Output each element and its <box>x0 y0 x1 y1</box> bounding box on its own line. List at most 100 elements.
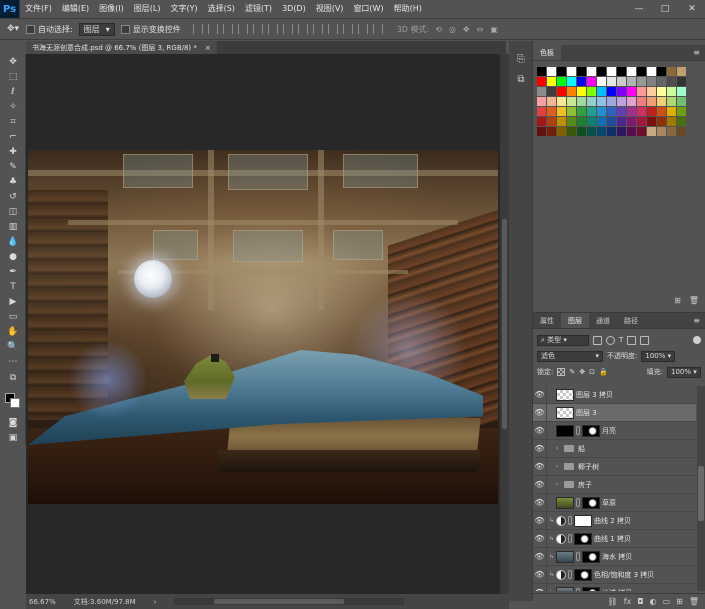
3d-rotate-icon[interactable]: ⟲ <box>435 25 442 34</box>
lock-transparent-icon[interactable] <box>557 368 566 376</box>
gradient-tool-icon[interactable]: ▥ <box>0 219 26 234</box>
align-bottom-icon[interactable] <box>222 24 233 34</box>
panel-menu-icon[interactable]: ≡ <box>688 313 705 328</box>
align-vcenter-icon[interactable] <box>207 24 218 34</box>
canvas-area[interactable] <box>26 54 500 594</box>
color-swatch[interactable] <box>557 107 566 116</box>
layers-scrollbar[interactable] <box>697 386 705 591</box>
menu-item[interactable]: 视图(V) <box>311 0 349 18</box>
canvas-vertical-scrollbar[interactable] <box>500 54 509 594</box>
delete-swatch-icon[interactable]: 🗑 <box>689 296 699 305</box>
brush-tool-icon[interactable]: ✎ <box>0 159 26 174</box>
color-swatch[interactable] <box>677 67 686 76</box>
color-swatch[interactable] <box>597 107 606 116</box>
color-swatch[interactable] <box>607 127 616 136</box>
color-swatch[interactable] <box>597 97 606 106</box>
color-swatch[interactable] <box>547 67 556 76</box>
color-swatch[interactable] <box>547 87 556 96</box>
history-brush-tool-icon[interactable]: ↺ <box>0 189 26 204</box>
color-swatch[interactable] <box>537 77 546 86</box>
color-swatch[interactable] <box>607 67 616 76</box>
color-swatch[interactable] <box>617 117 626 126</box>
color-swatch[interactable] <box>567 127 576 136</box>
menu-item[interactable]: 滤镜(T) <box>240 0 277 18</box>
edit-toolbar-icon[interactable]: ⋯ <box>0 354 26 369</box>
auto-align-icon[interactable] <box>372 24 383 34</box>
layer-row[interactable]: 👁↳ 沙滩 拷贝 <box>533 583 696 591</box>
color-swatch[interactable] <box>587 117 596 126</box>
color-swatch[interactable] <box>627 127 636 136</box>
auto-select-checkbox[interactable]: 自动选择: <box>26 24 73 35</box>
close-window-button[interactable]: ✕ <box>682 0 702 18</box>
color-swatch[interactable] <box>587 77 596 86</box>
layer-row[interactable]: 👁 图层 3 <box>533 403 696 422</box>
scrollbar-thumb[interactable] <box>502 219 507 429</box>
menu-item[interactable]: 窗口(W) <box>348 0 388 18</box>
visibility-eye-icon[interactable]: 👁 <box>533 565 547 584</box>
color-swatch[interactable] <box>557 67 566 76</box>
panel-menu-icon[interactable]: ≡ <box>688 45 705 60</box>
color-swatch[interactable] <box>537 117 546 126</box>
lock-all-icon[interactable]: 🔒 <box>599 368 608 376</box>
color-swatch[interactable] <box>627 67 636 76</box>
status-menu-icon[interactable]: › <box>154 598 157 606</box>
color-swatch[interactable] <box>657 127 666 136</box>
hand-tool-icon[interactable]: ✋ <box>0 324 26 339</box>
color-swatch[interactable] <box>627 87 636 96</box>
layer-row[interactable]: 👁 ↳ 曲线 2 拷贝 <box>533 511 696 530</box>
filter-pixel-icon[interactable] <box>593 335 602 345</box>
healing-brush-tool-icon[interactable]: ✚ <box>0 144 26 159</box>
distribute-bottom-icon[interactable] <box>312 24 323 34</box>
layer-filter-dropdown[interactable]: ⌕ 类型 ▾ <box>537 334 589 346</box>
dodge-tool-icon[interactable]: ● <box>0 249 26 264</box>
color-swatch[interactable] <box>557 77 566 86</box>
color-swatch[interactable] <box>547 97 556 106</box>
color-swatch[interactable] <box>557 97 566 106</box>
color-swatch[interactable] <box>607 117 616 126</box>
color-swatch[interactable] <box>587 67 596 76</box>
default-colors-icon[interactable]: ⧉ <box>0 369 26 387</box>
layer-row[interactable]: 👁 › 船 <box>533 439 696 458</box>
color-swatch[interactable] <box>637 77 646 86</box>
lock-image-icon[interactable]: ✎ <box>569 368 575 376</box>
color-swatch[interactable] <box>667 127 676 136</box>
color-swatch[interactable] <box>557 127 566 136</box>
layer-row[interactable]: 👁 图层 3 拷贝 <box>533 386 696 404</box>
magic-wand-tool-icon[interactable]: ✧ <box>0 99 26 114</box>
color-swatch[interactable] <box>637 87 646 96</box>
clone-stamp-tool-icon[interactable]: ♣ <box>0 174 26 189</box>
history-panel-icon[interactable]: ⎘ <box>509 49 533 69</box>
fill-input[interactable]: 100% ▾ <box>667 366 701 378</box>
color-swatch[interactable] <box>677 97 686 106</box>
3d-scale-icon[interactable]: ▣ <box>490 25 498 34</box>
color-swatch[interactable] <box>637 107 646 116</box>
visibility-eye-icon[interactable]: 👁 <box>533 583 547 591</box>
color-swatch[interactable] <box>587 87 596 96</box>
color-swatch[interactable] <box>677 107 686 116</box>
color-swatch[interactable] <box>597 67 606 76</box>
color-swatch[interactable] <box>617 127 626 136</box>
color-swatch[interactable] <box>657 67 666 76</box>
visibility-eye-icon[interactable]: 👁 <box>533 403 547 422</box>
layer-row[interactable]: 👁 ↳ 海水 拷贝 <box>533 547 696 566</box>
color-swatch[interactable] <box>617 67 626 76</box>
menu-item[interactable]: 选择(S) <box>203 0 240 18</box>
color-swatch[interactable] <box>647 117 656 126</box>
filter-adjustment-icon[interactable] <box>606 335 615 345</box>
tab-layers-panel-0[interactable]: 属性 <box>533 313 561 328</box>
color-swatch[interactable] <box>617 107 626 116</box>
distribute-left-icon[interactable] <box>327 24 338 34</box>
visibility-eye-icon[interactable]: 👁 <box>533 547 547 566</box>
layer-row[interactable]: 👁 ↳ 色相/饱和度 3 拷贝 <box>533 565 696 584</box>
chevron-right-icon[interactable]: › <box>556 445 564 452</box>
menu-item[interactable]: 图像(I) <box>94 0 129 18</box>
color-swatch[interactable] <box>667 97 676 106</box>
color-swatch[interactable] <box>577 107 586 116</box>
color-swatch[interactable] <box>567 77 576 86</box>
scrollbar-thumb[interactable] <box>698 466 704 521</box>
screen-mode-icon[interactable]: ▣ <box>0 430 26 445</box>
pen-tool-icon[interactable]: ✒ <box>0 264 26 279</box>
lock-position-icon[interactable]: ✥ <box>579 368 585 376</box>
layer-row[interactable]: 👁 › 房子 <box>533 475 696 494</box>
color-swatch[interactable] <box>667 117 676 126</box>
